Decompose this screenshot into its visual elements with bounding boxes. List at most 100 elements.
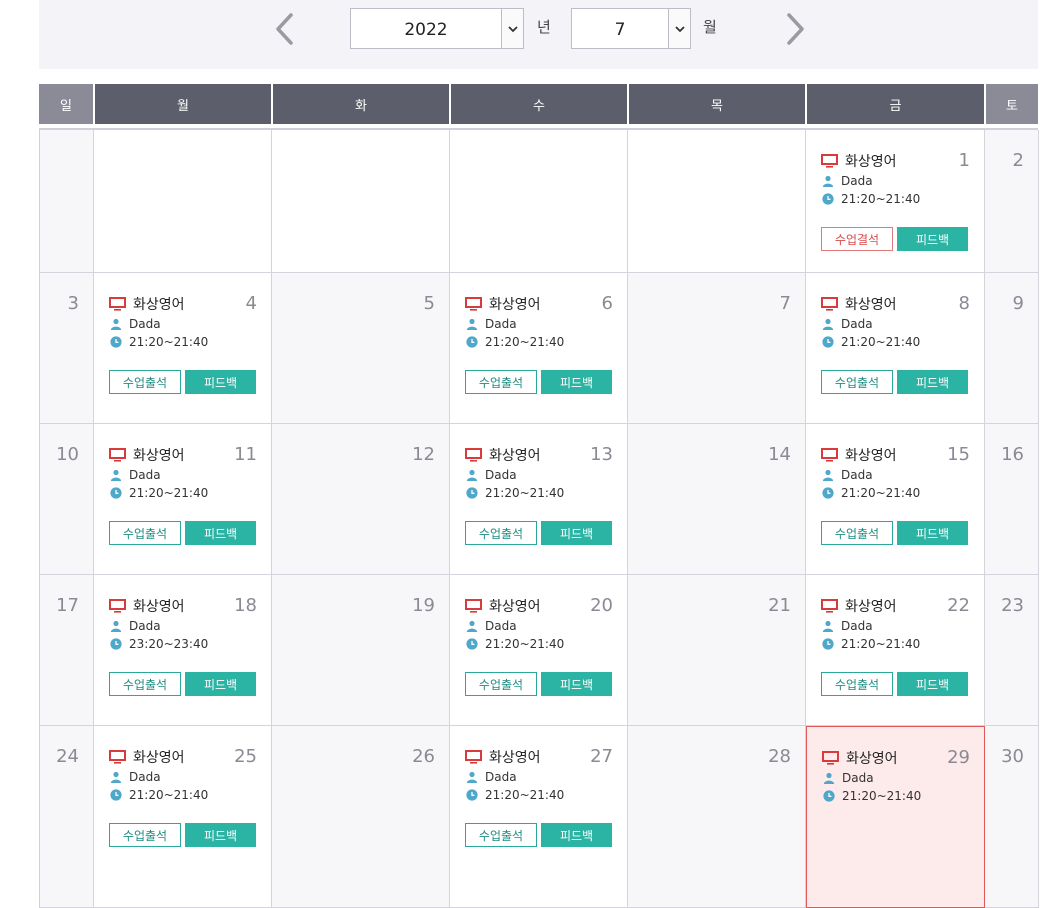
calendar-day[interactable]: 5 — [272, 273, 450, 424]
attend-button[interactable]: 수업출석 — [465, 672, 537, 696]
calendar-day[interactable]: 7 — [628, 273, 806, 424]
clock-icon — [822, 487, 834, 499]
lesson-title-text: 화상영어 — [489, 297, 541, 313]
lesson-time: 21:20~21:40 — [841, 192, 921, 206]
clock-icon — [466, 789, 478, 801]
calendar-day[interactable]: 10 — [40, 424, 94, 575]
feedback-button[interactable]: 피드백 — [185, 370, 256, 394]
teacher-name: Dada — [841, 317, 873, 331]
feedback-button[interactable]: 피드백 — [541, 823, 612, 847]
calendar-day[interactable]: 19 — [272, 575, 450, 726]
clock-icon — [110, 638, 122, 650]
user-icon — [822, 469, 834, 481]
monitor-icon — [109, 297, 126, 311]
user-icon — [822, 620, 834, 632]
feedback-button[interactable]: 피드백 — [185, 672, 256, 696]
feedback-button[interactable]: 피드백 — [541, 370, 612, 394]
lesson-title: 화상영어 — [821, 444, 970, 466]
calendar-day[interactable]: 28 — [628, 726, 806, 908]
calendar-day-lesson[interactable]: 4 화상영어 Dada 21:20~21:40 수업출석 피드백 — [94, 273, 272, 424]
lesson-info: 화상영어 Dada 21:20~21:40 — [465, 444, 613, 502]
calendar-day[interactable] — [40, 130, 94, 273]
attend-button[interactable]: 수업출석 — [109, 672, 181, 696]
calendar-day-lesson[interactable]: 6 화상영어 Dada 21:20~21:40 수업출석 피드백 — [450, 273, 628, 424]
calendar-day-lesson[interactable]: 25 화상영어 Dada 21:20~21:40 수업출석 피드백 — [94, 726, 272, 908]
time-row: 21:20~21:40 — [110, 333, 257, 351]
lesson-time: 21:20~21:40 — [485, 637, 565, 651]
feedback-button[interactable]: 피드백 — [897, 227, 968, 251]
month-navigator: 2022 년 7 월 — [39, 0, 1038, 69]
calendar-day[interactable]: 24 — [40, 726, 94, 908]
time-row: 21:20~21:40 — [822, 190, 970, 208]
calendar-day[interactable]: 12 — [272, 424, 450, 575]
teacher-row: Dada — [110, 466, 257, 484]
calendar-day[interactable]: 9 — [985, 273, 1039, 424]
lesson-title: 화상영어 — [822, 747, 970, 769]
calendar-day[interactable]: 21 — [628, 575, 806, 726]
calendar-day[interactable] — [272, 130, 450, 273]
calendar-day[interactable]: 16 — [985, 424, 1039, 575]
calendar-day[interactable]: 3 — [40, 273, 94, 424]
calendar-day[interactable]: 23 — [985, 575, 1039, 726]
attend-button[interactable]: 수업출석 — [821, 370, 893, 394]
clock-icon — [822, 336, 834, 348]
attend-button[interactable]: 수업출석 — [465, 823, 537, 847]
lesson-actions: 수업출석 피드백 — [109, 672, 256, 696]
attend-button[interactable]: 수업출석 — [109, 521, 181, 545]
teacher-row: Dada — [822, 466, 970, 484]
time-row: 21:20~21:40 — [466, 786, 613, 804]
day-number: 17 — [56, 595, 79, 616]
year-select[interactable]: 2022 — [350, 8, 524, 49]
calendar-day-lesson[interactable]: 20 화상영어 Dada 21:20~21:40 수업출석 피드백 — [450, 575, 628, 726]
attend-button[interactable]: 수업출석 — [821, 521, 893, 545]
feedback-button[interactable]: 피드백 — [897, 370, 968, 394]
attend-button[interactable]: 수업출석 — [109, 823, 181, 847]
next-month-button[interactable] — [781, 12, 809, 46]
lesson-title: 화상영어 — [465, 595, 613, 617]
calendar-day[interactable]: 2 — [985, 130, 1039, 273]
calendar-day[interactable]: 30 — [985, 726, 1039, 908]
calendar-day[interactable] — [628, 130, 806, 273]
lesson-info: 화상영어 Dada 21:20~21:40 — [821, 595, 970, 653]
feedback-button[interactable]: 피드백 — [185, 823, 256, 847]
calendar-day-lesson[interactable]: 27 화상영어 Dada 21:20~21:40 수업출석 피드백 — [450, 726, 628, 908]
calendar-day-lesson[interactable]: 15 화상영어 Dada 21:20~21:40 수업출석 피드백 — [806, 424, 985, 575]
feedback-button[interactable]: 피드백 — [541, 672, 612, 696]
day-number: 7 — [779, 293, 791, 314]
calendar-day-lesson[interactable]: 13 화상영어 Dada 21:20~21:40 수업출석 피드백 — [450, 424, 628, 575]
attend-button[interactable]: 수업출석 — [821, 672, 893, 696]
day-number: 19 — [412, 595, 435, 616]
calendar-day[interactable]: 26 — [272, 726, 450, 908]
calendar-day[interactable]: 17 — [40, 575, 94, 726]
month-value: 7 — [614, 19, 626, 40]
calendar-day[interactable]: 14 — [628, 424, 806, 575]
calendar-grid: 1 화상영어 Dada 21:20~21:40 수업결석 피드백 2 3 4 화상영어 Dada 21… — [39, 128, 1039, 908]
attend-button[interactable]: 수업출석 — [465, 521, 537, 545]
chevron-down-icon — [501, 9, 523, 48]
month-select[interactable]: 7 — [571, 8, 691, 49]
feedback-button[interactable]: 피드백 — [897, 672, 968, 696]
user-icon — [110, 469, 122, 481]
monitor-icon — [109, 750, 126, 764]
monitor-icon — [821, 154, 838, 168]
calendar-day-lesson[interactable]: 11 화상영어 Dada 21:20~21:40 수업출석 피드백 — [94, 424, 272, 575]
teacher-row: Dada — [822, 617, 970, 635]
calendar-day-lesson[interactable]: 29 화상영어 Dada 21:20~21:40 — [806, 726, 985, 908]
feedback-button[interactable]: 피드백 — [897, 521, 968, 545]
lesson-info: 화상영어 Dada 21:20~21:40 — [465, 746, 613, 804]
feedback-button[interactable]: 피드백 — [541, 521, 612, 545]
user-icon — [466, 771, 478, 783]
teacher-name: Dada — [485, 770, 517, 784]
attend-button[interactable]: 수업출석 — [109, 370, 181, 394]
prev-month-button[interactable] — [271, 12, 299, 46]
calendar-day[interactable] — [94, 130, 272, 273]
absent-button[interactable]: 수업결석 — [821, 227, 893, 251]
calendar-day-lesson[interactable]: 8 화상영어 Dada 21:20~21:40 수업출석 피드백 — [806, 273, 985, 424]
calendar-day-lesson[interactable]: 1 화상영어 Dada 21:20~21:40 수업결석 피드백 — [806, 130, 985, 273]
calendar-day-lesson[interactable]: 22 화상영어 Dada 21:20~21:40 수업출석 피드백 — [806, 575, 985, 726]
calendar-day-lesson[interactable]: 18 화상영어 Dada 23:20~23:40 수업출석 피드백 — [94, 575, 272, 726]
calendar-day[interactable] — [450, 130, 628, 273]
feedback-button[interactable]: 피드백 — [185, 521, 256, 545]
lesson-info: 화상영어 Dada 21:20~21:40 — [822, 747, 970, 805]
attend-button[interactable]: 수업출석 — [465, 370, 537, 394]
